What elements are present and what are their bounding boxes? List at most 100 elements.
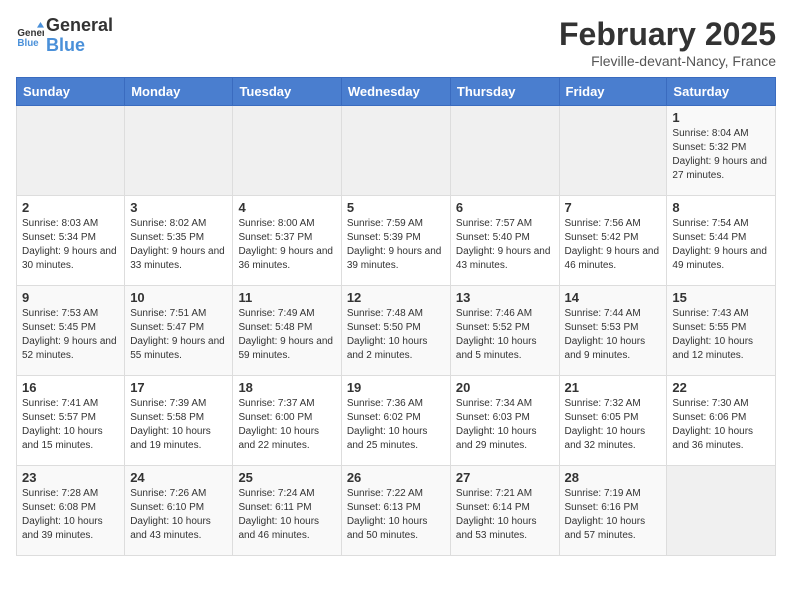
calendar-week-row: 1 Sunrise: 8:04 AM Sunset: 5:32 PM Daylig… xyxy=(17,106,776,196)
day-number: 26 xyxy=(347,470,445,485)
day-info: Sunrise: 7:30 AM Sunset: 6:06 PM Dayligh… xyxy=(672,397,770,453)
calendar-cell: 14Sunrise: 7:44 AM Sunset: 5:53 PM Dayli… xyxy=(559,286,667,376)
day-number: 28 xyxy=(565,470,662,485)
day-info: Sunrise: 7:24 AM Sunset: 6:11 PM Dayligh… xyxy=(238,487,335,543)
day-number: 2 xyxy=(22,200,119,215)
day-info: Sunrise: 7:54 AM Sunset: 5:44 PM Dayligh… xyxy=(672,217,770,273)
page-header: General Blue General Blue February 2025 … xyxy=(16,16,776,69)
day-info: Sunrise: 7:48 AM Sunset: 5:50 PM Dayligh… xyxy=(347,307,445,363)
day-number: 6 xyxy=(456,200,554,215)
day-info: Sunrise: 7:19 AM Sunset: 6:16 PM Dayligh… xyxy=(565,487,662,543)
calendar-week-row: 2 Sunrise: 8:03 AM Sunset: 5:34 PM Daylig… xyxy=(17,196,776,286)
day-info: Sunrise: 7:26 AM Sunset: 6:10 PM Dayligh… xyxy=(130,487,227,543)
day-number: 12 xyxy=(347,290,445,305)
calendar-cell: 4Sunrise: 8:00 AM Sunset: 5:37 PM Daylig… xyxy=(233,196,341,286)
day-number: 25 xyxy=(238,470,335,485)
day-number: 9 xyxy=(22,290,119,305)
logo-general: General xyxy=(46,16,113,36)
day-number: 24 xyxy=(130,470,227,485)
day-number: 1 xyxy=(672,110,770,125)
day-info: Sunrise: 7:46 AM Sunset: 5:52 PM Dayligh… xyxy=(456,307,554,363)
calendar-cell: 3Sunrise: 8:02 AM Sunset: 5:35 PM Daylig… xyxy=(125,196,233,286)
day-number: 13 xyxy=(456,290,554,305)
calendar-cell: 16 Sunrise: 7:41 AM Sunset: 5:57 PM Dayli… xyxy=(17,376,125,466)
calendar-cell: 26 Sunrise: 7:22 AM Sunset: 6:13 PM Dayli… xyxy=(341,466,450,556)
calendar-header-row: SundayMondayTuesdayWednesdayThursdayFrid… xyxy=(17,78,776,106)
day-info: Sunrise: 7:21 AM Sunset: 6:14 PM Dayligh… xyxy=(456,487,554,543)
calendar-cell: 24 Sunrise: 7:26 AM Sunset: 6:10 PM Dayli… xyxy=(125,466,233,556)
calendar-cell: 19 Sunrise: 7:36 AM Sunset: 6:02 PM Dayli… xyxy=(341,376,450,466)
day-info: Sunrise: 7:36 AM Sunset: 6:02 PM Dayligh… xyxy=(347,397,445,453)
calendar-cell xyxy=(17,106,125,196)
day-number: 14 xyxy=(565,290,662,305)
calendar-cell: 28 Sunrise: 7:19 AM Sunset: 6:16 PM Dayli… xyxy=(559,466,667,556)
day-number: 8 xyxy=(672,200,770,215)
calendar-cell xyxy=(341,106,450,196)
day-info: Sunrise: 7:22 AM Sunset: 6:13 PM Dayligh… xyxy=(347,487,445,543)
calendar-cell xyxy=(450,106,559,196)
calendar-cell: 5 Sunrise: 7:59 AM Sunset: 5:39 PM Daylig… xyxy=(341,196,450,286)
calendar-cell: 11 Sunrise: 7:49 AM Sunset: 5:48 PM Dayli… xyxy=(233,286,341,376)
day-number: 27 xyxy=(456,470,554,485)
calendar-cell: 21Sunrise: 7:32 AM Sunset: 6:05 PM Dayli… xyxy=(559,376,667,466)
weekday-header: Saturday xyxy=(667,78,776,106)
day-number: 17 xyxy=(130,380,227,395)
calendar-cell: 2 Sunrise: 8:03 AM Sunset: 5:34 PM Daylig… xyxy=(17,196,125,286)
calendar-table: SundayMondayTuesdayWednesdayThursdayFrid… xyxy=(16,77,776,556)
day-info: Sunrise: 8:04 AM Sunset: 5:32 PM Dayligh… xyxy=(672,127,770,183)
day-number: 5 xyxy=(347,200,445,215)
day-number: 23 xyxy=(22,470,119,485)
day-info: Sunrise: 7:32 AM Sunset: 6:05 PM Dayligh… xyxy=(565,397,662,453)
calendar-cell: 9Sunrise: 7:53 AM Sunset: 5:45 PM Daylig… xyxy=(17,286,125,376)
day-info: Sunrise: 7:37 AM Sunset: 6:00 PM Dayligh… xyxy=(238,397,335,453)
day-number: 18 xyxy=(238,380,335,395)
weekday-header: Friday xyxy=(559,78,667,106)
calendar-cell: 15Sunrise: 7:43 AM Sunset: 5:55 PM Dayli… xyxy=(667,286,776,376)
calendar-cell: 8 Sunrise: 7:54 AM Sunset: 5:44 PM Daylig… xyxy=(667,196,776,286)
day-number: 3 xyxy=(130,200,227,215)
day-number: 11 xyxy=(238,290,335,305)
day-info: Sunrise: 7:49 AM Sunset: 5:48 PM Dayligh… xyxy=(238,307,335,363)
calendar-cell: 1 Sunrise: 8:04 AM Sunset: 5:32 PM Daylig… xyxy=(667,106,776,196)
day-number: 22 xyxy=(672,380,770,395)
calendar-cell: 22 Sunrise: 7:30 AM Sunset: 6:06 PM Dayli… xyxy=(667,376,776,466)
calendar-cell xyxy=(233,106,341,196)
day-info: Sunrise: 7:28 AM Sunset: 6:08 PM Dayligh… xyxy=(22,487,119,543)
day-info: Sunrise: 7:43 AM Sunset: 5:55 PM Dayligh… xyxy=(672,307,770,363)
location: Fleville-devant-Nancy, France xyxy=(559,53,776,69)
logo-blue: Blue xyxy=(46,36,113,56)
day-info: Sunrise: 7:59 AM Sunset: 5:39 PM Dayligh… xyxy=(347,217,445,273)
weekday-header: Sunday xyxy=(17,78,125,106)
day-number: 10 xyxy=(130,290,227,305)
calendar-week-row: 23 Sunrise: 7:28 AM Sunset: 6:08 PM Dayli… xyxy=(17,466,776,556)
calendar-cell: 25 Sunrise: 7:24 AM Sunset: 6:11 PM Dayli… xyxy=(233,466,341,556)
weekday-header: Tuesday xyxy=(233,78,341,106)
day-number: 19 xyxy=(347,380,445,395)
calendar-cell: 23 Sunrise: 7:28 AM Sunset: 6:08 PM Dayli… xyxy=(17,466,125,556)
logo-text: General Blue xyxy=(46,16,113,56)
weekday-header: Thursday xyxy=(450,78,559,106)
day-info: Sunrise: 8:03 AM Sunset: 5:34 PM Dayligh… xyxy=(22,217,119,273)
day-info: Sunrise: 7:34 AM Sunset: 6:03 PM Dayligh… xyxy=(456,397,554,453)
calendar-cell: 12 Sunrise: 7:48 AM Sunset: 5:50 PM Dayli… xyxy=(341,286,450,376)
month-title: February 2025 xyxy=(559,16,776,53)
calendar-cell: 10 Sunrise: 7:51 AM Sunset: 5:47 PM Dayli… xyxy=(125,286,233,376)
day-info: Sunrise: 7:41 AM Sunset: 5:57 PM Dayligh… xyxy=(22,397,119,453)
calendar-cell: 6 Sunrise: 7:57 AM Sunset: 5:40 PM Daylig… xyxy=(450,196,559,286)
title-block: February 2025 Fleville-devant-Nancy, Fra… xyxy=(559,16,776,69)
day-number: 16 xyxy=(22,380,119,395)
calendar-cell xyxy=(559,106,667,196)
logo-icon: General Blue xyxy=(16,22,44,50)
day-info: Sunrise: 7:39 AM Sunset: 5:58 PM Dayligh… xyxy=(130,397,227,453)
calendar-week-row: 9Sunrise: 7:53 AM Sunset: 5:45 PM Daylig… xyxy=(17,286,776,376)
weekday-header: Monday xyxy=(125,78,233,106)
day-number: 20 xyxy=(456,380,554,395)
day-info: Sunrise: 7:57 AM Sunset: 5:40 PM Dayligh… xyxy=(456,217,554,273)
calendar-cell: 27 Sunrise: 7:21 AM Sunset: 6:14 PM Dayli… xyxy=(450,466,559,556)
day-info: Sunrise: 7:51 AM Sunset: 5:47 PM Dayligh… xyxy=(130,307,227,363)
day-number: 4 xyxy=(238,200,335,215)
calendar-cell: 17 Sunrise: 7:39 AM Sunset: 5:58 PM Dayli… xyxy=(125,376,233,466)
calendar-week-row: 16 Sunrise: 7:41 AM Sunset: 5:57 PM Dayli… xyxy=(17,376,776,466)
svg-text:Blue: Blue xyxy=(17,38,39,49)
day-number: 7 xyxy=(565,200,662,215)
